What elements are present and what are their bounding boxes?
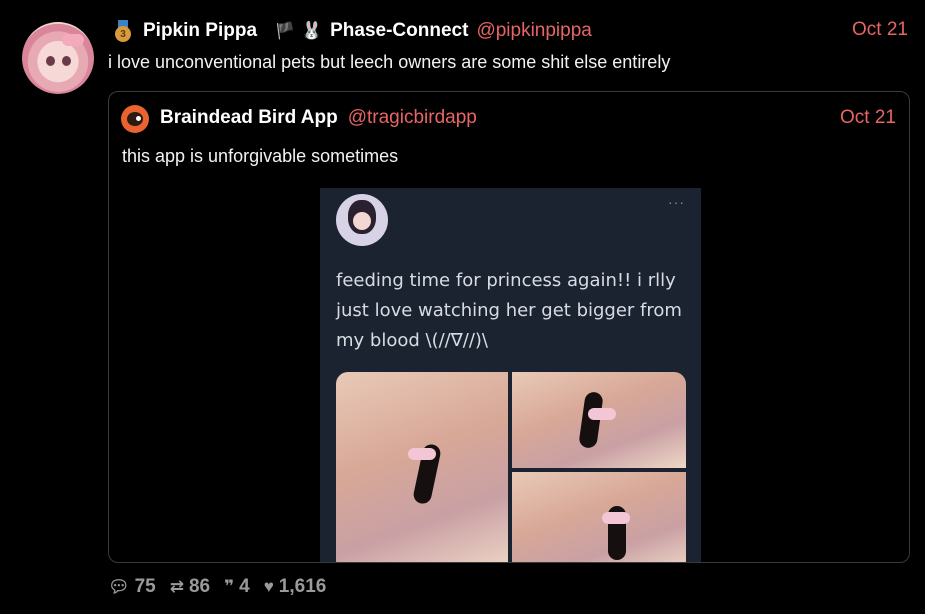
medal-icon: 3 (113, 20, 133, 42)
ribbon-shape (408, 448, 436, 460)
reply-count: 75 (134, 576, 156, 597)
reply-button[interactable]: 💬︎ 75 (108, 576, 156, 598)
leech-shape (578, 391, 604, 449)
author-affix: Phase-Connect (330, 20, 469, 41)
quote-count: 4 (239, 576, 250, 597)
avatar-bow (62, 34, 84, 46)
photo-1 (336, 372, 508, 562)
post-header: 3 Pipkin Pippa 🏴 🐰 Phase-Connect @pipkin… (113, 19, 592, 43)
post-text: i love unconventional pets but leech own… (108, 52, 671, 72)
post-date[interactable]: Oct 21 (852, 19, 908, 41)
bunny-icon: 🐰 (300, 21, 323, 40)
like-count: 1,616 (278, 576, 327, 597)
quoted-author-avatar[interactable] (121, 105, 149, 133)
avatar-eye-left (46, 56, 55, 66)
photo-2 (512, 372, 686, 468)
ribbon-shape (588, 408, 616, 420)
more-options-icon: ··· (668, 194, 685, 210)
reply-icon: 💬︎ (108, 577, 130, 596)
quoted-post-date[interactable]: Oct 21 (840, 107, 896, 129)
quoted-post[interactable]: Braindead Bird App @tragicbirdapp Oct 21… (108, 91, 910, 563)
repost-icon: ⇄ (169, 577, 184, 596)
quoted-post-text: this app is unforgivable sometimes (122, 146, 399, 166)
embedded-avatar (336, 194, 388, 246)
embedded-photo-grid (336, 372, 686, 562)
repost-button[interactable]: ⇄ 86 (170, 576, 210, 598)
embedded-post-text: feeding time for princess again!! i rlly… (336, 270, 682, 351)
author-avatar[interactable] (22, 22, 94, 94)
action-bar: 💬︎ 75 ⇄ 86 ❞ 4 ♥ 1,616 (108, 576, 340, 598)
repost-count: 86 (188, 576, 211, 597)
photo-3 (512, 472, 686, 562)
ribbon-shape (602, 512, 630, 524)
quote-button[interactable]: ❞ 4 (224, 576, 250, 598)
author-handle[interactable]: @pipkinpippa (476, 20, 591, 42)
flag-icon: 🏴 (275, 23, 295, 40)
heart-icon: ♥ (263, 577, 274, 596)
quoted-post-header: Braindead Bird App @tragicbirdapp (160, 107, 477, 129)
like-button[interactable]: ♥ 1,616 (264, 576, 327, 598)
author-name[interactable]: Pipkin Pippa (143, 20, 257, 42)
embedded-screenshot[interactable]: ··· feeding time for princess again!! i … (320, 188, 701, 562)
post-card: 3 Pipkin Pippa 🏴 🐰 Phase-Connect @pipkin… (0, 0, 925, 614)
quote-icon: ❞ (224, 577, 235, 596)
quoted-author-handle[interactable]: @tragicbirdapp (348, 107, 477, 129)
avatar-eye-right (62, 56, 71, 66)
quoted-author-name[interactable]: Braindead Bird App (160, 107, 338, 129)
